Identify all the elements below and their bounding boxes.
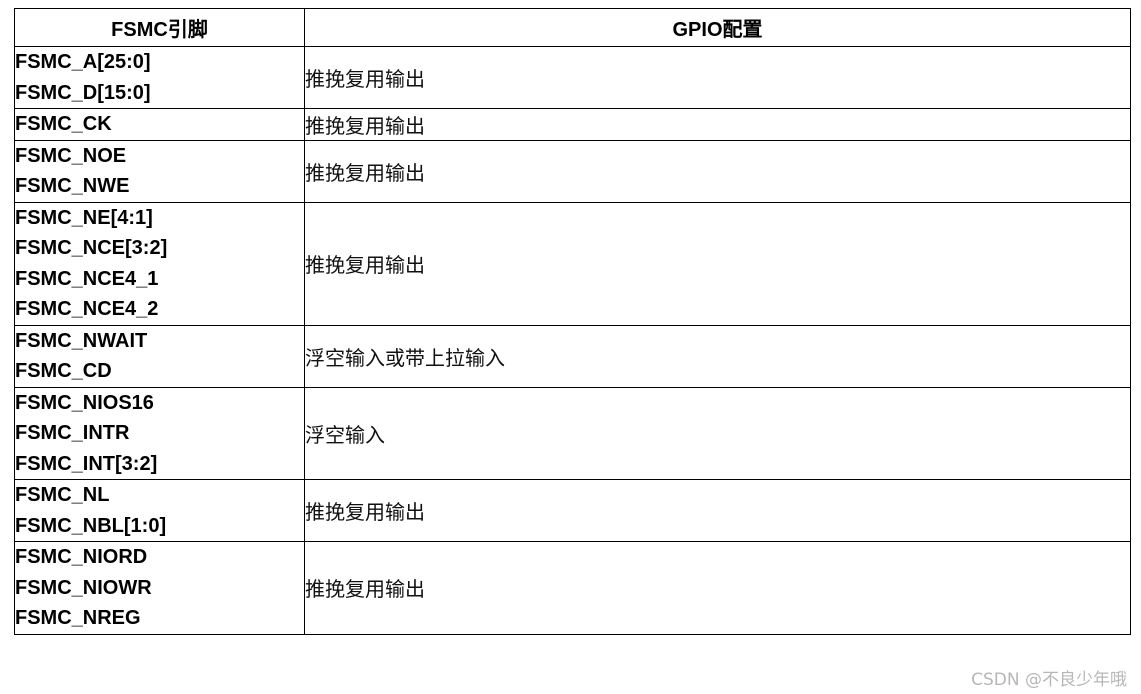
- pin-name: FSMC_D[15:0]: [15, 81, 151, 104]
- pin-name: FSMC_A[25:0]: [15, 51, 151, 73]
- csdn-watermark: CSDN @不良少年哦: [971, 670, 1127, 690]
- pin-name: FSMC_NREG: [15, 607, 141, 629]
- pin-name: FSMC_NCE4_2: [15, 298, 159, 320]
- pin-cell: FSMC_CK: [14, 108, 305, 141]
- gpio-config-cell: 浮空输入: [304, 386, 1131, 480]
- gpio-config-cell: 推挽复用输出: [304, 201, 1131, 326]
- table-row: FSMC_CK 推挽复用输出: [14, 108, 1131, 141]
- gpio-config-cell: 浮空输入或带上拉输入: [304, 324, 1131, 388]
- table-row: FSMC_NIOS16 FSMC_INTR FSMC_INT[3:2] 浮空输入: [14, 386, 1131, 480]
- gpio-config-cell: 推挽复用输出: [304, 479, 1131, 542]
- pin-name: FSMC_NCE4_1: [15, 267, 159, 290]
- header-gpio-config: GPIO配置: [304, 8, 1131, 47]
- table-row: FSMC_A[25:0] FSMC_D[15:0] 推挽复用输出: [14, 46, 1131, 109]
- gpio-config-cell: 推挽复用输出: [304, 541, 1131, 635]
- pin-cell: FSMC_NL FSMC_NBL[1:0]: [14, 479, 305, 542]
- pin-name: FSMC_NBL[1:0]: [15, 514, 167, 537]
- pin-name: FSMC_INT[3:2]: [15, 452, 158, 475]
- pin-name: FSMC_NIORD: [15, 546, 148, 568]
- pin-cell: FSMC_NOE FSMC_NWE: [14, 139, 305, 203]
- pin-name: FSMC_NCE[3:2]: [15, 237, 168, 259]
- pin-name: FSMC_CD: [15, 360, 112, 382]
- pin-name: FSMC_NL: [15, 484, 110, 506]
- gpio-config-cell: 推挽复用输出: [304, 46, 1131, 109]
- table-row: FSMC_NIORD FSMC_NIOWR FSMC_NREG 推挽复用输出: [14, 541, 1131, 635]
- pin-name: FSMC_NIOS16: [15, 391, 154, 414]
- pin-cell: FSMC_A[25:0] FSMC_D[15:0]: [14, 46, 305, 109]
- pin-cell: FSMC_NE[4:1] FSMC_NCE[3:2] FSMC_NCE4_1 F…: [14, 201, 305, 326]
- pin-name: FSMC_NIOWR: [15, 576, 152, 599]
- pin-name: FSMC_NOE: [15, 144, 127, 167]
- pin-cell: FSMC_NWAIT FSMC_CD: [14, 324, 305, 388]
- table-row: FSMC_NOE FSMC_NWE 推挽复用输出: [14, 139, 1131, 203]
- pin-cell: FSMC_NIORD FSMC_NIOWR FSMC_NREG: [14, 541, 305, 635]
- pin-name: FSMC_NE[4:1]: [15, 206, 153, 229]
- gpio-config-cell: 推挽复用输出: [304, 139, 1131, 203]
- pin-name: FSMC_CK: [15, 113, 112, 135]
- pin-cell: FSMC_NIOS16 FSMC_INTR FSMC_INT[3:2]: [14, 386, 305, 480]
- gpio-config-cell: 推挽复用输出: [304, 108, 1131, 141]
- table-row: FSMC_NE[4:1] FSMC_NCE[3:2] FSMC_NCE4_1 F…: [14, 201, 1131, 326]
- fsmc-gpio-table: FSMC引脚 GPIO配置 FSMC_A[25:0] FSMC_D[15:0] …: [14, 8, 1131, 635]
- table-row: FSMC_NWAIT FSMC_CD 浮空输入或带上拉输入: [14, 324, 1131, 388]
- pin-name: FSMC_NWE: [15, 175, 130, 197]
- table-row: FSMC_NL FSMC_NBL[1:0] 推挽复用输出: [14, 479, 1131, 542]
- pin-name: FSMC_INTR: [15, 422, 130, 444]
- header-fsmc-pin: FSMC引脚: [14, 8, 305, 47]
- table-header-row: FSMC引脚 GPIO配置: [14, 8, 1131, 47]
- pin-name: FSMC_NWAIT: [15, 329, 148, 352]
